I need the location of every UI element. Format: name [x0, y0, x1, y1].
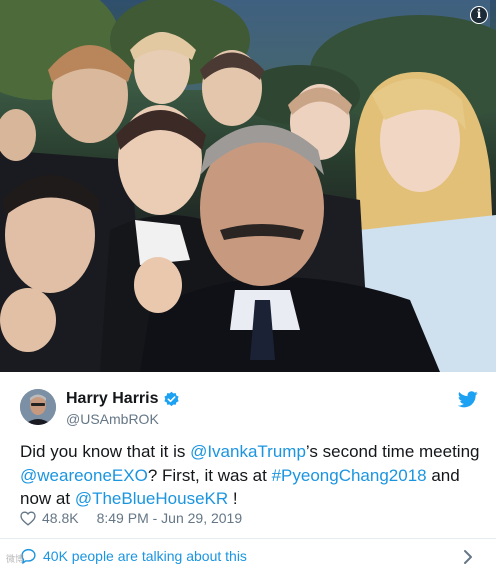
- tweet-timestamp[interactable]: 8:49 PM - Jun 29, 2019: [97, 510, 243, 526]
- mention-thebluehousekr[interactable]: @TheBlueHouseKR: [75, 489, 228, 508]
- tweet-text-part: ’s second time meeting: [305, 442, 480, 461]
- author-name[interactable]: Harry Harris: [66, 390, 159, 408]
- tweet-text: Did you know that it is @IvankaTrump’s s…: [20, 440, 480, 511]
- tweet-text-part: ? First, it was at: [147, 465, 272, 485]
- tweet-text-part: Did you know that it is: [20, 442, 191, 461]
- tweet-photo[interactable]: i: [0, 0, 496, 372]
- weibo-watermark: 微博: [6, 554, 25, 564]
- tweet-text-part: !: [228, 489, 238, 508]
- twitter-bird-icon[interactable]: [458, 391, 478, 408]
- talking-count[interactable]: 40K people are talking about this: [43, 548, 247, 564]
- hashtag-pyeongchang2018[interactable]: #PyeongChang2018: [272, 466, 427, 485]
- tweet-meta: 48.8K 8:49 PM - Jun 29, 2019: [20, 510, 242, 526]
- author-handle[interactable]: @USAmbROK: [66, 411, 159, 427]
- author-name-row[interactable]: Harry Harris: [66, 390, 180, 408]
- conversation-link[interactable]: 40K people are talking about this: [20, 548, 247, 564]
- mention-ivankatrump[interactable]: @IvankaTrump: [190, 442, 306, 461]
- author-avatar[interactable]: [20, 389, 56, 425]
- tweet-card: i Harry Harris @USAmbROK Did you know th…: [0, 0, 496, 574]
- group-selfie-image: [0, 0, 496, 372]
- verified-badge-icon: [163, 391, 179, 406]
- heart-icon[interactable]: [20, 510, 36, 526]
- avatar-image: [20, 389, 56, 425]
- divider: [0, 538, 496, 539]
- chevron-right-icon[interactable]: [463, 549, 473, 565]
- info-icon[interactable]: i: [470, 6, 488, 24]
- like-count[interactable]: 48.8K: [42, 510, 79, 526]
- mention-weareoneexo[interactable]: @weareoneEXO: [20, 466, 148, 485]
